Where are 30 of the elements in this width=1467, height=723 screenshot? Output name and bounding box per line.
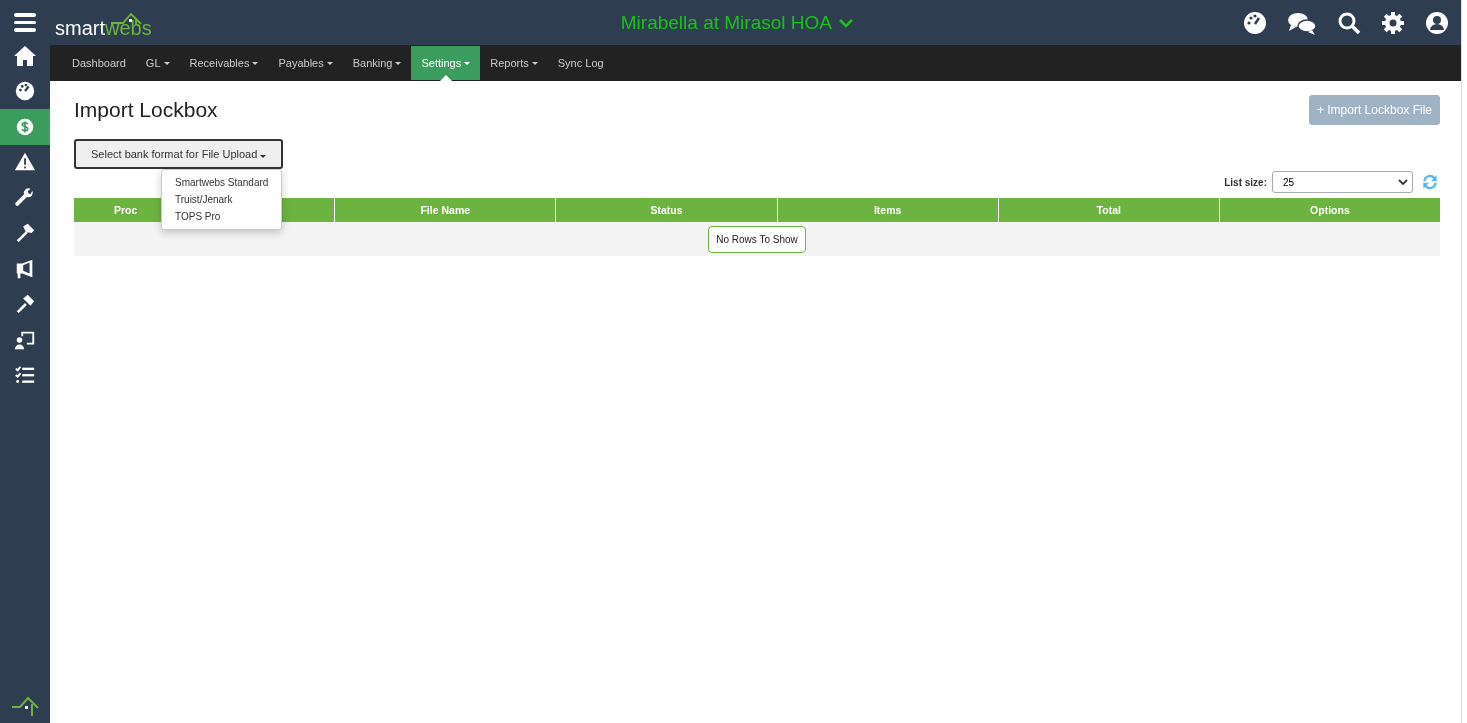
- nav-tab[interactable]: Receivables: [179, 46, 269, 80]
- nav-tab[interactable]: Payables: [268, 46, 343, 80]
- list-size-label: List size:: [1224, 176, 1267, 188]
- format-dropdown-button[interactable]: Select bank format for File Upload: [74, 139, 284, 169]
- menu-item[interactable]: TOPS Pro: [162, 208, 282, 225]
- page-title: Import Lockbox: [74, 98, 218, 122]
- list-size-select[interactable]: 25: [1272, 171, 1413, 193]
- house-logo-icon: [10, 695, 40, 717]
- chevron-icon: [837, 16, 854, 29]
- nav-tab[interactable]: Sync Log: [547, 46, 614, 80]
- dashboard-icon[interactable]: [1243, 10, 1267, 35]
- chat-icon[interactable]: [1287, 10, 1317, 35]
- association-selector[interactable]: Mirabella at Mirasol HOA: [231, 11, 1243, 34]
- user-avatar-icon[interactable]: [1425, 10, 1449, 35]
- hammer-icon: [14, 222, 36, 245]
- wrench-icon: [14, 186, 36, 209]
- gauge-icon: [14, 80, 36, 103]
- home-icon[interactable]: [13, 43, 37, 68]
- nav-tab[interactable]: Banking: [342, 46, 412, 80]
- empty-message: No Rows To Show: [708, 225, 806, 253]
- smartwebs-logo[interactable]: smartwebs: [55, 5, 152, 40]
- gavel-icon: [14, 293, 36, 316]
- search-icon[interactable]: [1337, 10, 1361, 35]
- settings-icon[interactable]: [1381, 10, 1405, 35]
- nav-tab[interactable]: Dashboard: [62, 46, 136, 80]
- nav-tab[interactable]: Reports: [480, 46, 548, 80]
- menu-item[interactable]: Smartwebs Standard: [162, 174, 282, 191]
- chevron-icon: [1398, 178, 1408, 186]
- nav-tab[interactable]: GL: [135, 46, 180, 80]
- menu-item[interactable]: Truist/Jenark: [162, 191, 282, 208]
